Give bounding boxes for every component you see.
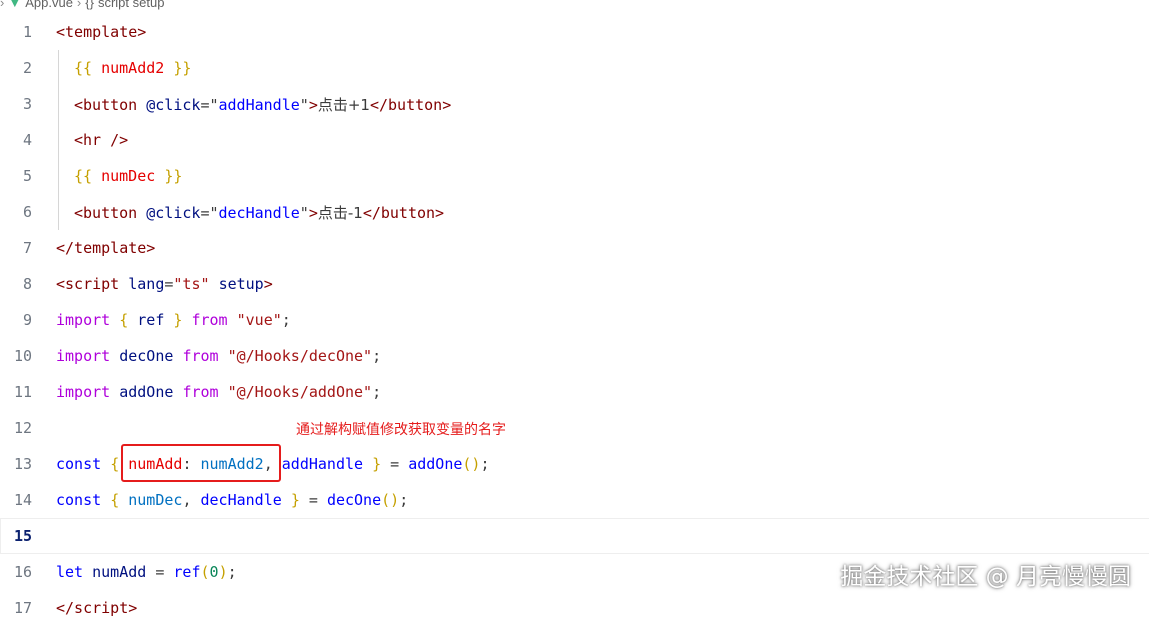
code-token: const — [56, 455, 102, 473]
line-number: 17 — [13, 599, 32, 617]
line-number: 16 — [13, 563, 32, 581]
line-number: 11 — [13, 383, 32, 401]
code-line[interactable]: 17 </script> — [0, 590, 1149, 626]
code-line[interactable]: 11 import addOne from "@/Hooks/addOne"; — [0, 374, 1149, 410]
code-token: numAdd2 — [101, 59, 165, 77]
code-token: decHandle — [200, 491, 282, 509]
code-token: const — [56, 491, 102, 509]
code-token: numDec — [128, 491, 183, 509]
code-token: from — [182, 383, 219, 401]
code-token: ref — [173, 563, 201, 581]
code-token: decOne — [119, 347, 174, 365]
code-token: setup — [218, 275, 264, 293]
code-line[interactable]: 10 import decOne from "@/Hooks/decOne"; — [0, 338, 1149, 374]
line-number: 5 — [22, 167, 32, 185]
code-token: " — [299, 203, 309, 222]
code-token: @click — [146, 95, 201, 114]
code-token: lang — [128, 275, 165, 293]
code-token: 0 — [209, 563, 219, 581]
code-token: </template> — [56, 239, 156, 257]
line-number: 7 — [22, 239, 32, 257]
line-number: 14 — [13, 491, 32, 509]
code-token: {{ — [74, 59, 93, 77]
code-line[interactable]: 1 <template> — [0, 14, 1149, 50]
code-token: from — [182, 347, 219, 365]
code-token: 点击-1 — [317, 203, 363, 222]
code-line[interactable]: 3 <button @click="addHandle">点击+1</butto… — [0, 86, 1149, 122]
line-number: 2 — [22, 59, 32, 77]
code-token: <hr /> — [74, 131, 129, 149]
code-token: =" — [200, 203, 219, 222]
code-token: " — [299, 95, 309, 114]
highlight-box — [121, 444, 281, 482]
code-token: <button — [74, 95, 138, 114]
line-number: 6 — [22, 203, 32, 221]
chevron-right-icon: › — [76, 0, 82, 10]
code-editor[interactable]: 1 <template> 2 {{ numAdd2 }} 3 <button @… — [0, 14, 1149, 626]
code-token: > — [308, 95, 318, 114]
code-line[interactable]: 14 const { numDec, decHandle } = decOne(… — [0, 482, 1149, 518]
code-token: }} — [173, 59, 192, 77]
line-number: 4 — [22, 131, 32, 149]
code-token: addHandle — [218, 95, 300, 114]
code-line[interactable]: 2 {{ numAdd2 }} — [0, 50, 1149, 86]
code-token: addOne — [408, 455, 463, 473]
code-token: 点击+1 — [317, 95, 370, 114]
code-token: import — [56, 347, 111, 365]
line-number: 12 — [13, 419, 32, 437]
code-line-current[interactable]: 15 — [0, 518, 1149, 554]
chevron-right-icon: › — [0, 0, 5, 10]
code-token: numDec — [101, 167, 156, 185]
code-token: addHandle — [281, 455, 364, 473]
code-token: > — [263, 275, 273, 293]
code-line[interactable]: 9 import { ref } from "vue"; — [0, 302, 1149, 338]
line-number: 8 — [22, 275, 32, 293]
code-token: ref — [137, 311, 165, 329]
code-token: import — [56, 383, 111, 401]
code-token: <template> — [56, 23, 147, 41]
code-token: addOne — [119, 383, 174, 401]
code-token: =" — [200, 95, 219, 114]
watermark: 掘金技术社区 @ 月亮慢慢圆 — [840, 564, 1131, 590]
line-number: 3 — [22, 95, 32, 113]
code-line[interactable]: 8 <script lang="ts" setup> — [0, 266, 1149, 302]
line-number: 10 — [13, 347, 32, 365]
line-number: 1 — [22, 23, 32, 41]
code-token: }} — [164, 167, 183, 185]
code-token: > — [308, 203, 318, 222]
code-line[interactable]: 6 <button @click="decHandle">点击-1</butto… — [0, 194, 1149, 230]
code-line[interactable]: 12 — [0, 410, 1149, 446]
code-token: "@/Hooks/addOne" — [227, 383, 373, 401]
code-token: <button — [74, 203, 138, 222]
vue-file-icon: ▼ — [8, 0, 22, 10]
code-token: "@/Hooks/decOne" — [227, 347, 373, 365]
code-token: {{ — [74, 167, 93, 185]
line-number: 9 — [22, 311, 32, 329]
annotation-text: 通过解构赋值修改获取变量的名字 — [296, 422, 506, 438]
code-token: </button> — [362, 203, 445, 222]
breadcrumb-scope[interactable]: script setup — [98, 0, 164, 10]
code-token: "ts" — [173, 275, 210, 293]
code-token: </button> — [369, 95, 452, 114]
line-number: 15 — [13, 527, 32, 545]
code-token: let — [56, 563, 84, 581]
breadcrumb-file[interactable]: App.vue — [25, 0, 73, 10]
code-token: numAdd — [92, 563, 147, 581]
code-line[interactable]: 4 <hr /> — [0, 122, 1149, 158]
code-line[interactable]: 5 {{ numDec }} — [0, 158, 1149, 194]
code-token: import — [56, 311, 111, 329]
code-token: "vue" — [236, 311, 282, 329]
breadcrumb: › ▼ App.vue › {} script setup — [0, 0, 164, 12]
code-line[interactable]: 7 </template> — [0, 230, 1149, 266]
code-token: @click — [146, 203, 201, 222]
code-token: <script — [56, 275, 120, 293]
code-token: decHandle — [218, 203, 300, 222]
braces-icon: {} — [85, 0, 94, 10]
line-number: 13 — [13, 455, 32, 473]
code-token: </script — [56, 599, 129, 617]
code-token: from — [191, 311, 228, 329]
code-token: decOne — [326, 491, 382, 509]
